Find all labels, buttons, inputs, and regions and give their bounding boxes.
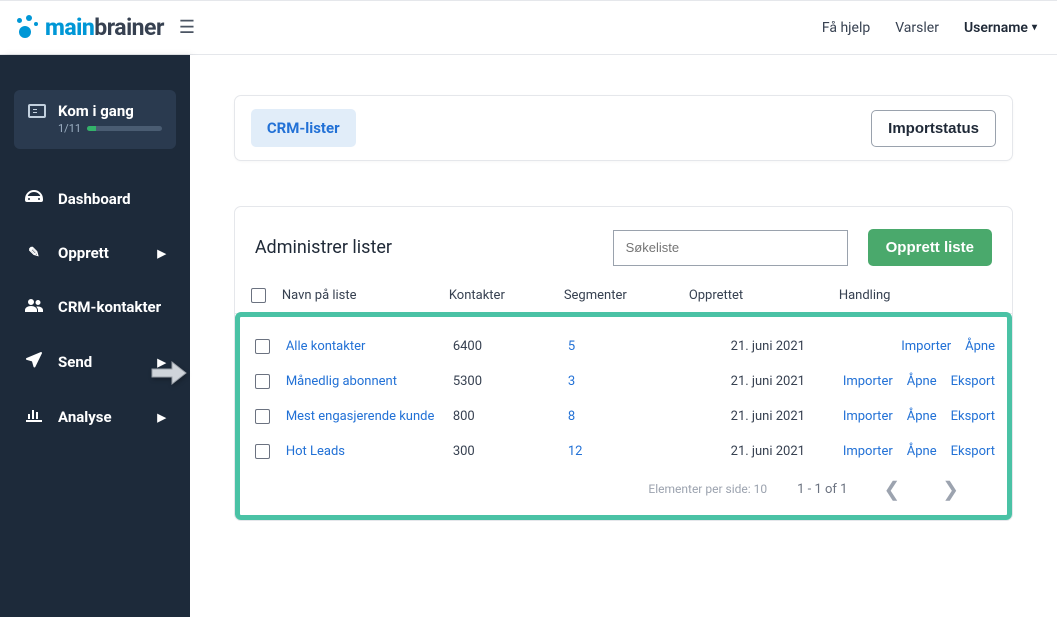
row-contacts: 300 [453, 444, 568, 459]
row-segments: 5 [568, 339, 693, 354]
table-row: Månedlig abonnent53003 21. juni 2021Impor… [252, 364, 995, 399]
onboard-title: Kom i gang [58, 102, 162, 120]
action-import[interactable]: Importer [843, 444, 893, 459]
action-export[interactable]: Eksport [951, 409, 995, 424]
panel-title: Administrer lister [255, 237, 392, 258]
row-created: 21. juni 2021 [693, 409, 843, 424]
main-content: CRM-lister Importstatus Administrer list… [190, 55, 1057, 617]
nav-dashboard[interactable]: Dashboard [14, 179, 176, 219]
logo-icon [15, 15, 41, 41]
progress-bar [87, 126, 162, 131]
onboarding-card[interactable]: Kom i gang 1/11 [14, 90, 176, 149]
action-export[interactable]: Eksport [951, 374, 995, 389]
gauge-icon [24, 190, 44, 208]
row-name-link[interactable]: Månedlig abonnent [286, 374, 453, 389]
nav-analyse[interactable]: Analyse ▶ [14, 397, 176, 437]
segments-link[interactable]: 5 [568, 339, 575, 354]
row-checkbox[interactable] [255, 339, 270, 354]
create-list-button[interactable]: Opprett liste [868, 229, 992, 266]
action-open[interactable]: Åpne [907, 374, 937, 389]
pencil-icon: ✎ [24, 245, 44, 261]
chart-icon [24, 408, 44, 426]
action-import[interactable]: Importer [901, 339, 951, 354]
select-all-checkbox[interactable] [251, 288, 266, 303]
row-created: 21. juni 2021 [693, 444, 843, 459]
checklist-icon [28, 104, 46, 118]
table-row: Alle kontakter64005 21. juni 2021 Importer… [252, 329, 995, 364]
nav-label: Send [58, 353, 92, 371]
nav-label: Dashboard [58, 190, 131, 208]
row-contacts: 5300 [453, 374, 568, 389]
action-export[interactable]: Eksport [951, 444, 995, 459]
nav-label: Opprett [58, 244, 109, 262]
chevron-right-icon: ▶ [157, 247, 165, 260]
user-label: Username [964, 20, 1028, 36]
col-segments: Segmenter [564, 288, 689, 303]
row-created: 21. juni 2021 [693, 339, 843, 354]
nav-label: Analyse [58, 408, 112, 426]
callout-arrow-icon [150, 360, 188, 390]
highlighted-region: Alle kontakter6400521. juni 2021Importer… [235, 312, 1012, 520]
search-input[interactable] [613, 230, 848, 266]
nav-label: CRM-kontakter [58, 298, 161, 316]
table-row: Mest engasjerende kunde8008 21. juni 2021… [252, 399, 995, 434]
alerts-link[interactable]: Varsler [895, 20, 939, 36]
page-size-label: Elementer per side: 10 [648, 482, 767, 496]
row-checkbox[interactable] [255, 409, 270, 424]
people-icon [24, 298, 44, 316]
row-segments: 8 [568, 409, 693, 424]
prev-page-button[interactable]: ❮ [877, 477, 906, 501]
hamburger-icon[interactable]: ☰ [179, 17, 195, 38]
topbar: mainbrainer ☰ Få hjelp Varsler Username … [0, 0, 1057, 55]
logo[interactable]: mainbrainer [15, 14, 164, 41]
sidebar: Kom i gang 1/11 Dashboard ✎ Opprett ▶ [0, 55, 190, 617]
chevron-right-icon: ▶ [157, 411, 165, 424]
paper-plane-icon [24, 352, 44, 372]
header-box: CRM-lister Importstatus [234, 95, 1013, 161]
col-contacts: Kontakter [449, 288, 564, 303]
nav-create[interactable]: ✎ Opprett ▶ [14, 233, 176, 273]
row-name-link[interactable]: Hot Leads [286, 444, 453, 459]
caret-down-icon: ▾ [1032, 22, 1037, 33]
row-created: 21. juni 2021 [693, 374, 843, 389]
action-open[interactable]: Åpne [907, 444, 937, 459]
page-range: 1 - 1 of 1 [797, 482, 847, 497]
row-segments: 3 [568, 374, 693, 389]
segments-link[interactable]: 8 [568, 409, 575, 424]
import-status-button[interactable]: Importstatus [871, 110, 996, 147]
row-contacts: 6400 [453, 339, 568, 354]
logo-text: mainbrainer [45, 14, 164, 41]
user-menu[interactable]: Username ▾ [964, 20, 1037, 36]
col-created: Opprettet [689, 288, 839, 303]
col-action: Handling [839, 288, 996, 303]
segments-link[interactable]: 3 [568, 374, 575, 389]
row-segments: 12 [568, 444, 693, 459]
row-contacts: 800 [453, 409, 568, 424]
row-checkbox[interactable] [255, 374, 270, 389]
row-checkbox[interactable] [255, 444, 270, 459]
onboard-progress-text: 1/11 [58, 122, 81, 135]
action-import[interactable]: Importer [843, 409, 893, 424]
segments-link[interactable]: 12 [568, 444, 583, 459]
help-link[interactable]: Få hjelp [822, 20, 870, 36]
action-open[interactable]: Åpne [965, 339, 995, 354]
action-open[interactable]: Åpne [907, 409, 937, 424]
next-page-button[interactable]: ❯ [936, 477, 965, 501]
nav-crm-contacts[interactable]: CRM-kontakter [14, 287, 176, 327]
row-name-link[interactable]: Alle kontakter [286, 339, 453, 354]
list-panel: Administrer lister Opprett liste Navn på… [234, 206, 1013, 521]
row-name-link[interactable]: Mest engasjerende kunde [286, 409, 453, 424]
nav: Dashboard ✎ Opprett ▶ CRM-kontakter Send… [14, 179, 176, 437]
crm-lists-tab[interactable]: CRM-lister [251, 109, 356, 147]
action-import[interactable]: Importer [843, 374, 893, 389]
pagination: Elementer per side: 10 1 - 1 of 1 ❮ ❯ [252, 469, 995, 509]
table-row: Hot Leads30012 21. juni 2021Importer Åpne E… [252, 434, 995, 469]
col-name: Navn på liste [282, 288, 449, 303]
table-header: Navn på liste Kontakter Segmenter Oppret… [235, 288, 1012, 314]
